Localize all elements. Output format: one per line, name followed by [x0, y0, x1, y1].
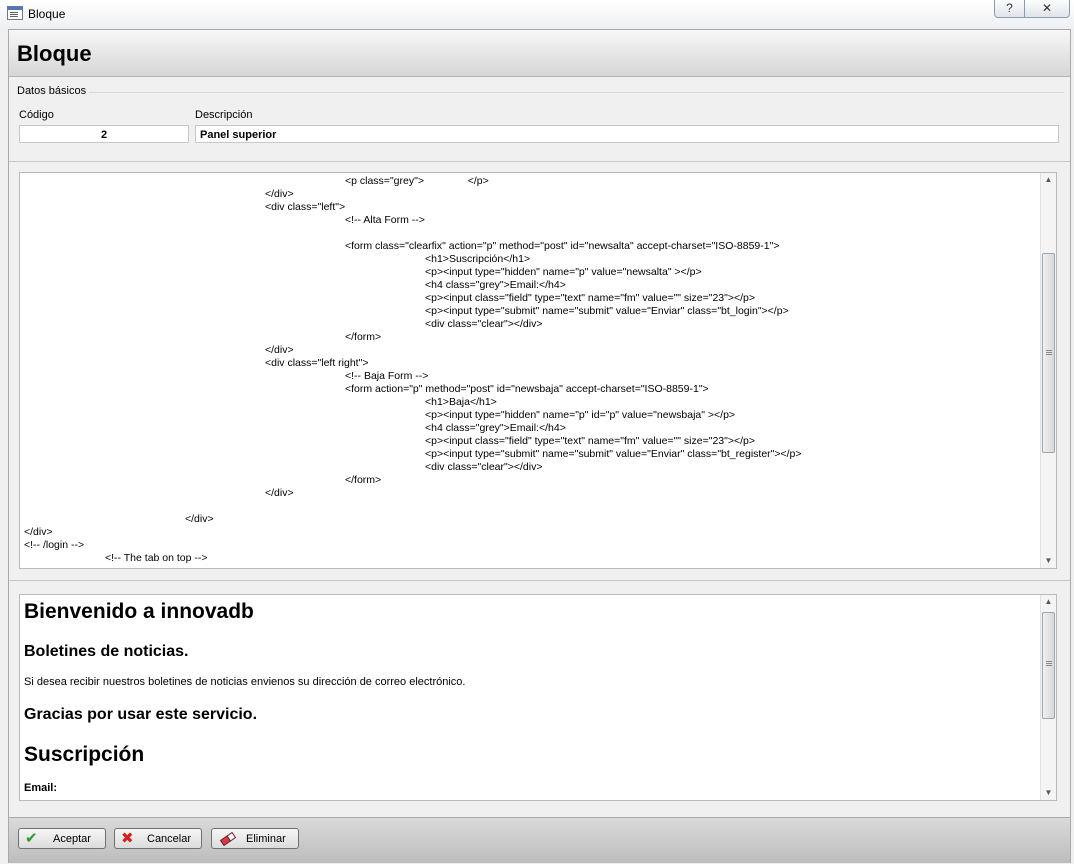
code-line: <div class="clear"></div>: [425, 461, 543, 473]
code-line: </form>: [345, 331, 382, 343]
code-line: <form class="clearfix" action="p" method…: [345, 240, 780, 252]
help-icon: ?: [1006, 1, 1013, 15]
code-line: <p><input class="field" type="text" name…: [425, 435, 756, 447]
code-line: </div>: [265, 344, 294, 356]
dialog-header: Bloque: [9, 30, 1070, 77]
scroll-down-arrow-icon[interactable]: ▼: [1041, 786, 1056, 800]
code-line: <p><input type="hidden" name="p" value="…: [425, 266, 702, 278]
html-preview-panel[interactable]: Bienvenido a innovadb Boletines de notic…: [19, 594, 1057, 801]
code-line: </div>: [185, 513, 214, 525]
descripcion-label: Descripción: [195, 109, 253, 121]
close-icon: ✕: [1041, 1, 1053, 15]
scroll-up-arrow-icon[interactable]: ▲: [1041, 595, 1056, 609]
code-line: </div>: [24, 526, 53, 538]
code-line: <p><input class="field" type="text" name…: [425, 292, 756, 304]
x-icon: ✖: [121, 830, 134, 847]
code-line: <h4 class="grey">Email:</h4>: [425, 422, 566, 434]
code-line: </div>: [265, 188, 294, 200]
preview-subheading: Gracias por usar este servicio.: [24, 706, 258, 723]
code-line: <h1>Baja</h1>: [425, 396, 497, 408]
preview-scrollbar[interactable]: ▲ ▼: [1040, 595, 1056, 800]
preview-heading: Suscripción: [24, 743, 145, 766]
descripcion-input[interactable]: Panel superior: [195, 125, 1059, 143]
code-line: <form action="p" method="post" id="newsb…: [345, 383, 709, 395]
code-line: <p><input type="submit" name="submit" va…: [425, 305, 789, 317]
code-line: <div class="left">: [265, 201, 346, 213]
check-icon: ✔: [25, 830, 38, 847]
window-titlebar: Bloque ? ✕: [0, 0, 1074, 28]
code-line: <p class="grey"> </p>: [345, 175, 489, 187]
code-scrollbar[interactable]: ▲ ▼: [1040, 173, 1056, 568]
preview-scroll-thumb[interactable]: [1042, 612, 1055, 719]
code-line: <!-- The tab on top -->: [105, 552, 208, 564]
code-line: <p><input type="submit" name="submit" va…: [425, 448, 802, 460]
codigo-input[interactable]: 2: [19, 125, 189, 143]
code-line: </form>: [345, 474, 382, 486]
code-line: <p><input type="hidden" name="p" id="p" …: [425, 409, 736, 421]
code-line: <div class="left right">: [265, 357, 369, 369]
app-window-icon: [7, 6, 23, 20]
codigo-label: Código: [19, 109, 54, 121]
grip-icon: [1046, 350, 1052, 351]
code-line: </div>: [265, 487, 294, 499]
cancel-button-label: Cancelar: [147, 833, 192, 845]
code-line: <!-- Baja Form -->: [345, 370, 429, 382]
page-title: Bloque: [17, 41, 92, 66]
code-line: <!-- /login -->: [24, 539, 85, 551]
scroll-down-arrow-icon[interactable]: ▼: [1041, 554, 1056, 568]
dialog-frame: Bloque Datos básicos Código Descripción …: [8, 29, 1071, 863]
html-code-editor[interactable]: <p class="grey"> </p> </div> <div class=…: [19, 172, 1057, 569]
cancel-button[interactable]: ✖ Cancelar: [114, 828, 202, 849]
code-line: <div class="clear"></div>: [425, 318, 543, 330]
code-line: <!-- Alta Form -->: [345, 214, 425, 226]
code-scroll-thumb[interactable]: [1042, 253, 1055, 453]
help-button[interactable]: ?: [994, 0, 1025, 18]
eraser-icon: [219, 831, 237, 851]
window-title: Bloque: [28, 7, 66, 21]
group-title: Datos básicos: [17, 85, 87, 97]
preview-paragraph: Si desea recibir nuestros boletines de n…: [24, 676, 466, 688]
section-divider: [9, 580, 1070, 581]
delete-button-label: Eliminar: [246, 833, 286, 845]
preview-subheading: Boletines de noticias.: [24, 643, 189, 660]
accept-button[interactable]: ✔ Aceptar: [18, 828, 106, 849]
group-divider: [89, 92, 1064, 93]
preview-email-label: Email:: [24, 782, 58, 794]
grip-icon: [1046, 661, 1052, 662]
code-line: <h1>Suscripción</h1>: [425, 253, 531, 265]
section-divider: [9, 161, 1070, 162]
accept-button-label: Aceptar: [53, 833, 91, 845]
preview-heading: Bienvenido a innovadb: [24, 600, 254, 623]
delete-button[interactable]: Eliminar: [211, 828, 299, 849]
scroll-up-arrow-icon[interactable]: ▲: [1041, 173, 1056, 187]
close-button[interactable]: ✕: [1024, 0, 1070, 18]
code-line: <h4 class="grey">Email:</h4>: [425, 279, 566, 291]
dialog-footer: ✔ Aceptar ✖ Cancelar Eliminar: [9, 817, 1070, 863]
